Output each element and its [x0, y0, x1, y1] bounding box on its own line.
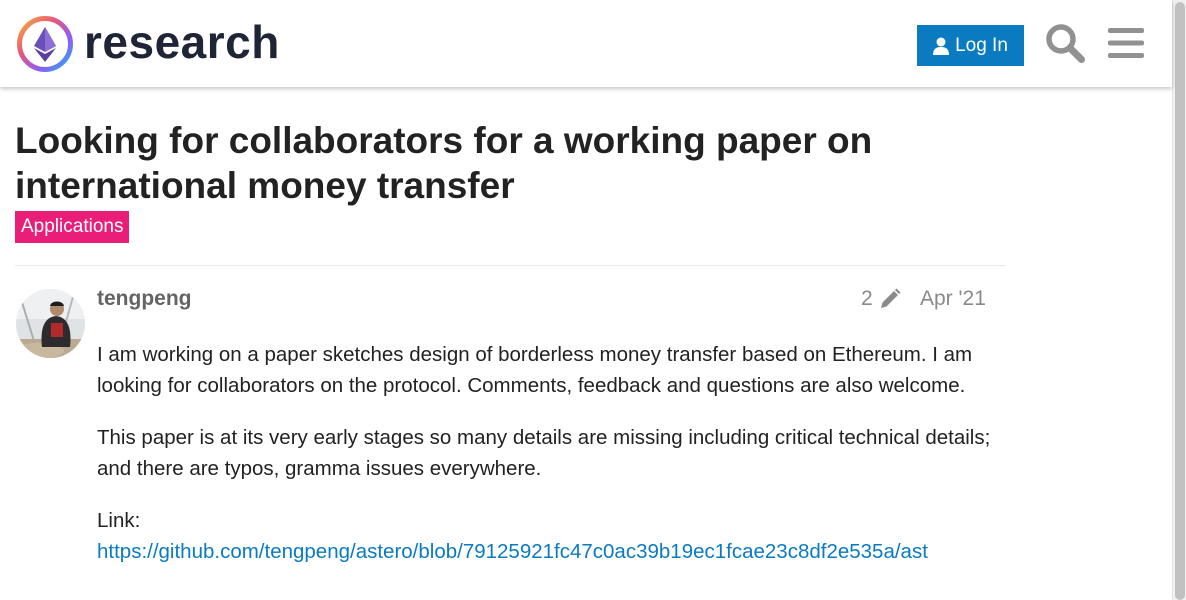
post-paragraph: This paper is at its very early stages s…: [97, 426, 991, 480]
login-button-label: Log In: [955, 34, 1008, 56]
post-date[interactable]: Apr '21: [920, 285, 986, 313]
edit-count-value: 2: [861, 287, 873, 310]
post-paragraph: I am working on a paper sketches design …: [97, 343, 973, 397]
avatar-photo-icon: [16, 289, 85, 358]
link-label: Link:: [97, 509, 141, 532]
post-body: I am working on a paper sketches design …: [97, 340, 992, 589]
github-link[interactable]: https://github.com/tengpeng/astero/blob/…: [97, 540, 928, 563]
post-paragraph: Link: https://github.com/tengpeng/astero…: [97, 506, 992, 567]
title-divider: [15, 265, 1005, 266]
post-username[interactable]: tengpeng: [97, 285, 192, 313]
scrollbar-thumb[interactable]: [1175, 2, 1185, 600]
page-scrollbar[interactable]: [1172, 0, 1186, 600]
login-button[interactable]: Log In: [917, 25, 1024, 66]
user-avatar[interactable]: [16, 289, 85, 358]
edit-history-button[interactable]: 2: [861, 285, 901, 313]
topic-title[interactable]: Looking for collaborators for a working …: [15, 118, 995, 208]
category-badge[interactable]: Applications: [15, 211, 130, 243]
pencil-icon: [880, 288, 901, 308]
site-header: research Log In: [0, 0, 1172, 87]
user-icon: [933, 37, 950, 55]
hamburger-menu-icon[interactable]: [1108, 27, 1144, 59]
site-name[interactable]: research: [84, 14, 280, 70]
ethereum-research-logo-icon[interactable]: [16, 15, 74, 73]
search-icon[interactable]: [1045, 23, 1085, 63]
